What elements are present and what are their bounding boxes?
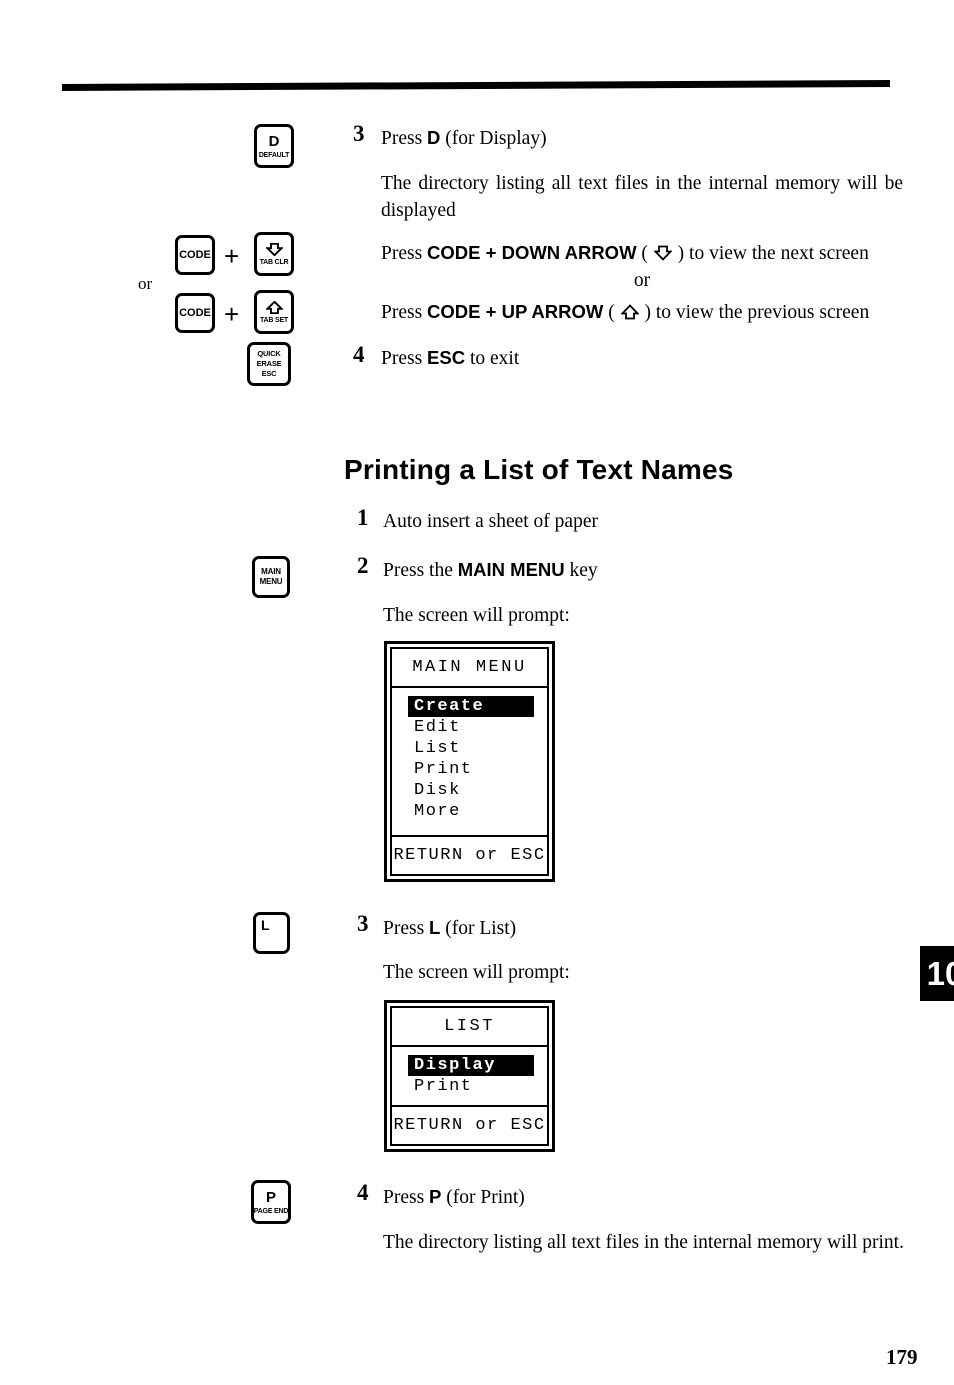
step-number-4-print: 4	[357, 1180, 369, 1205]
screen-main-menu-footer: RETURN or ESC	[393, 846, 546, 865]
step-4-top-text-pre: Press	[381, 348, 428, 369]
step-3-list-text-post: (for List)	[440, 918, 517, 939]
screen-list: LIST Display Print RETURN or ESC	[384, 1000, 555, 1152]
menu-item-list[interactable]: List	[392, 738, 547, 759]
key-label-code-1: CODE	[179, 248, 211, 261]
step-1-text: Auto insert a sheet of paper	[383, 511, 598, 532]
screen-list-items: Display Print	[392, 1047, 547, 1107]
list-item-print[interactable]: Print	[392, 1076, 547, 1097]
step-number-3-list: 3	[357, 911, 369, 936]
key-sublabel-page-end: PAGE END	[253, 1207, 289, 1215]
paren-close-down: )	[672, 243, 690, 264]
key-icon-tab-clr: TAB CLR	[254, 232, 294, 276]
key-icon-quick-erase-esc: QUICK ERASE ESC	[247, 342, 291, 386]
key-label-menu: MENU	[259, 577, 283, 586]
press-label-down: Press	[381, 243, 428, 264]
code-up-arrow-line: Press CODE + UP ARROW ( ) to view the pr…	[381, 298, 921, 328]
step-4-print-text-post: (for Print)	[441, 1187, 525, 1208]
plus-sign-1: +	[224, 241, 240, 271]
step-4-top-text-post: to exit	[465, 348, 520, 369]
down-arrow-icon-inline	[653, 242, 673, 269]
key-sublabel-tab-clr: TAB CLR	[259, 258, 289, 266]
screen-prompt-label-2: The screen will prompt:	[383, 962, 570, 983]
step-2-text-post: key	[564, 560, 598, 581]
combo-code-up-arrow: CODE + UP ARROW	[427, 301, 604, 322]
key-icon-main-menu: MAIN MENU	[252, 556, 290, 598]
step-number-1: 1	[357, 505, 369, 530]
plus-sign-2: +	[224, 299, 240, 329]
key-label-quick: QUICK	[257, 348, 281, 358]
step-number-2: 2	[357, 553, 369, 578]
key-label-p: P	[265, 1188, 276, 1206]
combo-code-down-arrow: CODE + DOWN ARROW	[427, 242, 637, 263]
step-3-top-text-pre: Press	[381, 128, 428, 149]
tail-up: to view the previous screen	[655, 302, 870, 323]
margin-or-label: or	[138, 274, 153, 293]
key-label-quick-erase-esc: QUICK ERASE ESC	[257, 349, 282, 379]
key-icon-l: L	[253, 912, 290, 954]
paren-open-down: (	[636, 243, 653, 264]
screen-list-inner: LIST Display Print RETURN or ESC	[390, 1006, 549, 1146]
key-icon-page-end: P PAGE END	[251, 1180, 291, 1224]
page-title: Printing a List of Text Names	[344, 454, 734, 485]
step-4-print-text: Press P (for Print)	[383, 1183, 903, 1211]
tail-down: to view the next screen	[689, 243, 869, 264]
chapter-tab-10: 10	[920, 946, 954, 1001]
screen-list-title: LIST	[392, 1008, 547, 1047]
code-down-arrow-line: Press CODE + DOWN ARROW ( ) to view the …	[381, 239, 921, 269]
menu-item-edit[interactable]: Edit	[392, 717, 547, 738]
screen-main-menu-title: MAIN MENU	[392, 649, 547, 688]
press-label-up: Press	[381, 302, 428, 323]
step-3-top-text-post: (for Display)	[440, 128, 547, 149]
step-4-print-text-pre: Press	[383, 1187, 430, 1208]
step-3-top-text: Press D (for Display)	[381, 124, 901, 152]
menu-item-create[interactable]: Create	[408, 696, 534, 717]
step-3-top-key: D	[427, 127, 441, 148]
screen-prompt-label-1: The screen will prompt:	[383, 605, 570, 626]
paren-close-up: )	[639, 302, 656, 323]
key-label-esc: ESC	[261, 369, 277, 379]
key-icon-code-1: CODE	[175, 235, 215, 275]
up-arrow-icon-inline	[619, 301, 640, 328]
step-3-list-text: Press L (for List)	[383, 914, 903, 942]
step-2-text: Press the MAIN MENU key	[383, 556, 903, 584]
menu-item-print[interactable]: Print	[392, 759, 547, 780]
list-item-display[interactable]: Display	[408, 1055, 534, 1076]
key-icon-default: D DEFAULT	[254, 124, 294, 168]
key-icon-code-2: CODE	[175, 293, 215, 333]
step-3-list-key: L	[429, 917, 441, 938]
page-number: 179	[886, 1345, 918, 1369]
key-label-code-2: CODE	[179, 306, 211, 319]
manual-page: D DEFAULT 3 Press D (for Display) The di…	[0, 0, 954, 1385]
key-label-erase: ERASE	[256, 358, 282, 368]
screen-main-menu-items: Create Edit List Print Disk More	[392, 688, 547, 837]
screen-main-menu-inner: MAIN MENU Create Edit List Print Disk Mo…	[390, 647, 549, 876]
step-2-text-pre: Press the	[383, 560, 458, 581]
key-label-main-menu: MAIN MENU	[260, 567, 283, 586]
key-label-main: MAIN	[261, 567, 281, 577]
step-2-key: MAIN MENU	[457, 559, 565, 580]
step-4-print-key: P	[429, 1186, 442, 1207]
or-separator: or	[633, 270, 651, 291]
step-number-3-top: 3	[353, 121, 365, 146]
paren-open-up: (	[603, 302, 620, 323]
step-4-top-text: Press ESC to exit	[381, 344, 901, 372]
up-arrow-icon	[265, 300, 283, 314]
step-number-4-top: 4	[353, 342, 365, 367]
step-4-top-key: ESC	[427, 347, 466, 368]
step-3-list-text-pre: Press	[383, 918, 430, 939]
header-rule	[61, 79, 891, 91]
key-label-l: L	[261, 917, 270, 933]
key-sublabel-default: DEFAULT	[258, 151, 290, 159]
menu-item-disk[interactable]: Disk	[392, 780, 547, 801]
screen-main-menu: MAIN MENU Create Edit List Print Disk Mo…	[384, 641, 555, 882]
menu-item-more[interactable]: More	[392, 801, 547, 822]
key-icon-tab-set: TAB SET	[254, 290, 294, 334]
key-label-d: D	[268, 132, 280, 150]
key-sublabel-tab-set: TAB SET	[259, 316, 289, 324]
screen-list-footer: RETURN or ESC	[393, 1116, 546, 1135]
directory-print-paragraph: The directory listing all text files in …	[383, 1232, 904, 1253]
directory-display-paragraph: The directory listing all text files in …	[381, 173, 903, 221]
down-arrow-icon	[265, 242, 283, 256]
